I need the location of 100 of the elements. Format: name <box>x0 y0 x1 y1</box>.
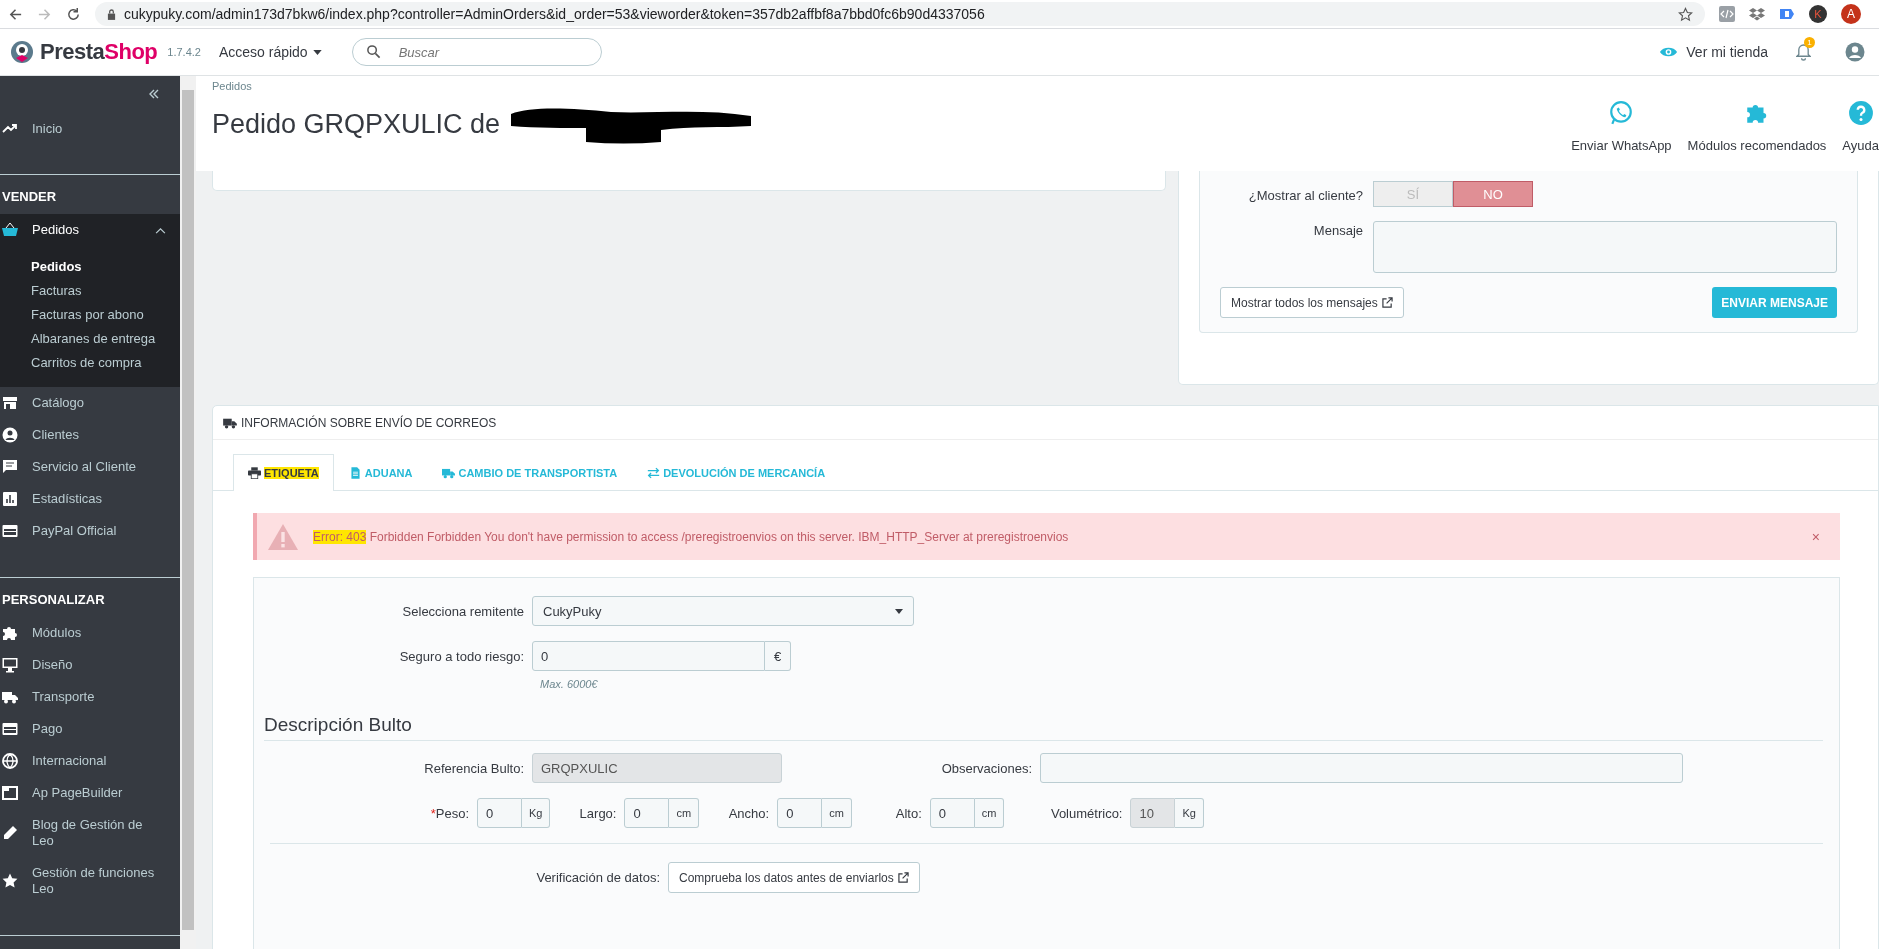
sidebar-item[interactable]: Ap PageBuilder <box>0 777 180 809</box>
panel-title: INFORMACIÓN SOBRE ENVÍO DE CORREOS <box>241 415 497 430</box>
field-label: Largo: <box>578 805 617 821</box>
page-title: Pedido GRQPXULIC de <box>212 108 501 140</box>
brand-logo-text[interactable]: PrestaShop <box>40 39 158 65</box>
field-label: Verificación de datos: <box>535 870 660 885</box>
submenu-item[interactable]: Pedidos <box>0 255 180 279</box>
unit-addon: Kg <box>1175 798 1204 828</box>
puzzle-icon <box>2 625 18 641</box>
truck-icon <box>442 467 456 479</box>
notes-field[interactable] <box>1040 753 1683 783</box>
window-icon <box>2 785 18 801</box>
whatsapp-icon <box>1608 100 1635 126</box>
quick-access-menu[interactable]: Acceso rápido <box>214 40 326 64</box>
sidebar-item[interactable]: Servicio al Cliente <box>0 451 180 483</box>
unit-addon: cm <box>974 798 1005 828</box>
sidebar-item[interactable]: PayPal Official <box>0 515 180 547</box>
profile-avatar[interactable]: A <box>1841 4 1861 24</box>
warning-icon <box>267 522 299 551</box>
star-icon[interactable] <box>1678 6 1693 22</box>
close-button[interactable]: × <box>1807 528 1824 545</box>
check-data-button[interactable]: Comprueba los datos antes de enviarlos <box>668 862 920 893</box>
reload-icon[interactable] <box>66 6 81 22</box>
field-label: Seguro a todo riesgo: <box>398 648 524 664</box>
search-icon <box>365 44 381 59</box>
external-link-icon <box>897 872 909 883</box>
help-icon <box>1847 100 1874 126</box>
field-label: Referencia Bulto: <box>423 760 524 776</box>
unit-addon: cm <box>822 798 852 828</box>
version-label: 1.7.4.2 <box>167 46 201 58</box>
user-icon[interactable] <box>1845 42 1865 62</box>
sidebar-item[interactable]: Internacional <box>0 745 180 777</box>
caret-icon <box>312 49 322 55</box>
sidebar-item[interactable]: Estadísticas <box>0 483 180 515</box>
modules-button[interactable]: Módulos recomendados <box>1687 100 1827 153</box>
sidebar-item[interactable]: Inicio <box>0 112 180 144</box>
show-all-messages-button[interactable]: Mostrar todos los mensajes <box>1220 287 1404 318</box>
whatsapp-button[interactable]: Enviar WhatsApp <box>1571 100 1672 153</box>
dropbox-icon[interactable] <box>1749 6 1765 22</box>
submenu-item[interactable]: Carritos de compra <box>0 351 180 375</box>
eye-icon[interactable] <box>1659 46 1679 58</box>
extension-badge[interactable]: K <box>1809 5 1827 23</box>
dimension-field[interactable]: 0 <box>477 798 522 828</box>
sidebar-section-title: VENDER <box>1 188 58 206</box>
sidebar-item[interactable]: Blog de Gestión de Leo <box>0 809 180 857</box>
help-button[interactable]: Ayuda <box>1842 100 1879 153</box>
submenu-item[interactable]: Albaranes de entrega <box>0 327 180 351</box>
dimension-field[interactable]: 0 <box>777 798 823 828</box>
submenu-item[interactable]: Facturas <box>0 279 180 303</box>
submenu-item[interactable]: Facturas por abono <box>0 303 180 327</box>
section-heading: Descripción Bulto <box>264 714 1823 741</box>
sidebar-item[interactable]: Módulos <box>0 617 180 649</box>
code-icon[interactable] <box>1719 6 1735 22</box>
sidebar-item[interactable]: Gestión de funciones Leo <box>0 857 180 905</box>
sender-dropdown[interactable]: CukyPuky <box>532 596 914 626</box>
field-label: Observaciones: <box>940 760 1032 776</box>
unit-addon: Kg <box>522 798 551 828</box>
message-field[interactable] <box>1373 221 1837 273</box>
reference-field[interactable]: GRQPXULIC <box>532 753 782 783</box>
scrollbar-thumb[interactable] <box>182 90 194 930</box>
view-store-link[interactable]: Ver mi tienda <box>1686 44 1768 60</box>
unit-addon: cm <box>669 798 700 828</box>
basket-icon <box>2 222 18 238</box>
swap-icon <box>647 467 661 479</box>
truck-icon <box>2 689 18 705</box>
sidebar-item[interactable]: Catálogo <box>0 387 180 419</box>
dimension-field[interactable]: 0 <box>929 798 975 828</box>
breadcrumb[interactable]: Pedidos <box>212 80 757 92</box>
unit-addon: € <box>765 641 792 671</box>
field-label: Mensaje <box>1312 222 1363 238</box>
field-hint: Max. 6000€ <box>540 678 599 690</box>
error-message: Error: 403 Forbidden Forbidden You don't have permission to access /preregistroenvios on this server. IBM_HTTP_Server at preregistroenvios <box>313 529 1070 544</box>
printer-icon <box>248 467 261 479</box>
pencil-icon <box>2 825 18 841</box>
sidebar-item[interactable]: Diseño <box>0 649 180 681</box>
logo-icon <box>10 40 34 64</box>
tag-icon[interactable] <box>1779 6 1795 22</box>
field-label: Selecciona remitente <box>401 603 524 619</box>
dimension-field[interactable]: 10 <box>1130 798 1176 828</box>
sidebar-item[interactable]: Clientes <box>0 419 180 451</box>
search-field[interactable]: Buscar <box>351 38 602 66</box>
field-label: Volumétrico: <box>1049 805 1123 821</box>
external-link-icon <box>1381 297 1393 308</box>
field-label: ¿Mostrar al cliente? <box>1247 186 1363 203</box>
field-label: *Peso: <box>429 805 469 821</box>
sidebar-item[interactable]: Pago <box>0 713 180 745</box>
chevron-up-icon[interactable] <box>155 226 166 234</box>
lock-icon <box>107 8 116 20</box>
sidebar-item[interactable]: Pedidos <box>0 214 180 246</box>
notification-badge: 1 <box>1804 36 1815 48</box>
address-bar[interactable]: cukypuky.com/admin173d7bkw6/index.php?controller=AdminOrders&id_order=53&vieworder&token=357db2affbf8a7bbd0fc6b90d4337056 <box>95 2 1705 26</box>
tab[interactable]: ETIQUETA <box>233 454 334 491</box>
sidebar-item[interactable]: Transporte <box>0 681 180 713</box>
caret-icon <box>895 608 903 614</box>
collapse-icon[interactable] <box>148 89 160 99</box>
insurance-field[interactable]: 0 <box>532 641 765 671</box>
bell-icon[interactable] <box>1796 43 1811 61</box>
field-label: Ancho: <box>727 805 770 821</box>
field-label: Alto: <box>894 805 922 821</box>
dimension-field[interactable]: 0 <box>624 798 670 828</box>
